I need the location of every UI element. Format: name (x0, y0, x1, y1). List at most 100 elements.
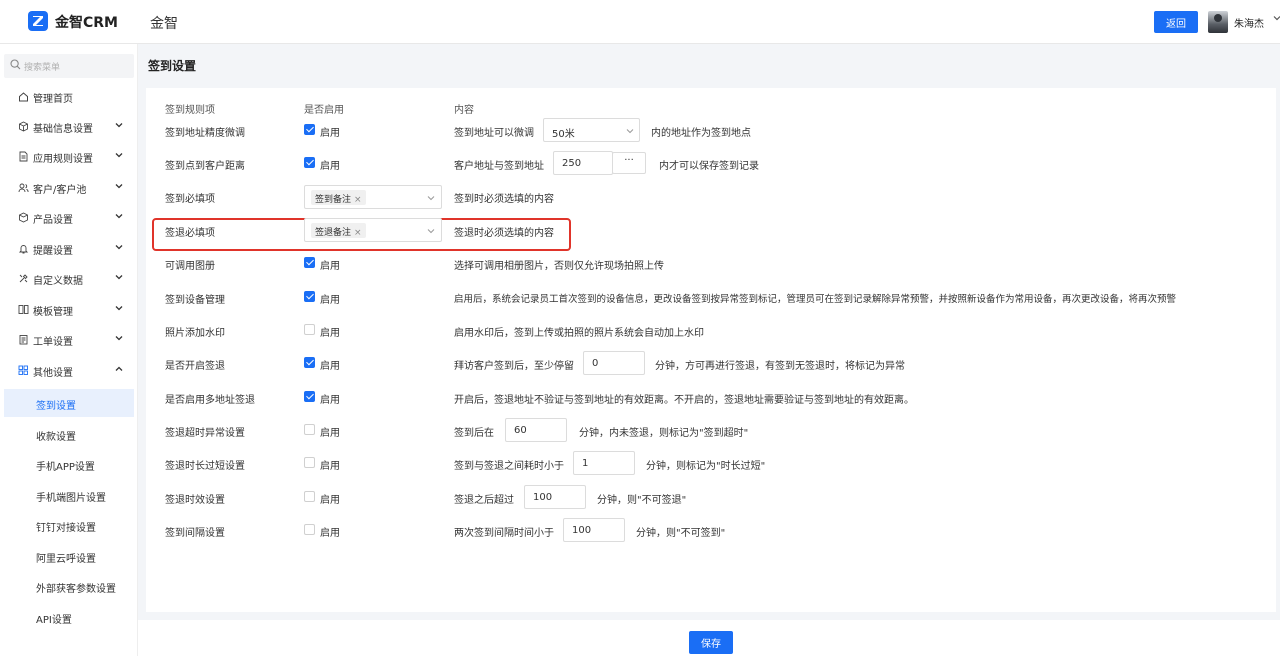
enable-checkbox[interactable] (304, 457, 315, 468)
sidebar-item[interactable]: 模板管理 (0, 294, 137, 324)
chevron-down-icon (115, 245, 123, 250)
enable-checkbox[interactable] (304, 291, 315, 302)
content-text: 内的地址作为签到地点 (651, 128, 751, 139)
header-rule: 签到规则项 (165, 105, 215, 116)
sidebar-item-label: 管理首页 (33, 94, 73, 105)
row-label: 签到设备管理 (165, 295, 225, 306)
checkbox-label: 启用 (320, 128, 340, 139)
chevron-down-icon (115, 306, 123, 311)
sidebar-item[interactable]: 应用规则设置 (0, 141, 137, 171)
sidebar-subitem[interactable]: 手机端图片设置 (0, 481, 137, 509)
distance-input[interactable]: 250 (553, 151, 613, 175)
chevron-down-icon (427, 229, 435, 234)
sidebar-item[interactable]: 工单设置 (0, 324, 137, 354)
sidebar-item[interactable]: 自定义数据 (0, 263, 137, 293)
chevron-down-icon (427, 196, 435, 201)
sidebar-item-label: 产品设置 (33, 215, 73, 226)
row-label: 签到必填项 (165, 194, 215, 205)
row-label: 签退时效设置 (165, 495, 225, 506)
checkin-required-select[interactable]: 签到备注 × (304, 185, 442, 209)
row-label: 签退超时异常设置 (165, 428, 245, 439)
user-name[interactable]: 朱海杰 (1234, 15, 1264, 30)
sidebar-subitem[interactable]: API设置 (0, 603, 137, 631)
sidebar-subitem[interactable]: 收款设置 (0, 420, 137, 448)
save-button[interactable]: 保存 (689, 631, 733, 654)
content-text: 分钟，内未签退，则标记为"签到超时" (579, 428, 749, 439)
enable-checkbox[interactable] (304, 124, 315, 135)
sidebar-subitem[interactable]: 签到设置 (4, 389, 134, 417)
tools-icon (19, 274, 28, 283)
remove-tag-icon[interactable]: × (354, 195, 362, 205)
content-text: 内才可以保存签到记录 (659, 161, 759, 172)
chevron-down-icon[interactable] (1273, 14, 1280, 25)
sidebar-subitem-label: 手机APP设置 (36, 462, 95, 473)
row-label: 签到点到客户距离 (165, 161, 245, 172)
content-text: 签到时必须选填的内容 (454, 194, 554, 205)
sidebar-subitem[interactable]: 手机APP设置 (0, 450, 137, 478)
enable-checkbox[interactable] (304, 357, 315, 368)
sidebar-subitem[interactable]: 钉钉对接设置 (0, 511, 137, 539)
enable-checkbox[interactable] (304, 324, 315, 335)
header-enabled: 是否启用 (304, 105, 344, 116)
top-bar: 金智CRM 金智 返回 朱海杰 (0, 0, 1280, 44)
row-label: 签到间隔设置 (165, 528, 225, 539)
sidebar-item[interactable]: 管理首页 (0, 81, 137, 111)
avatar[interactable] (1208, 11, 1228, 33)
chevron-down-icon (626, 129, 634, 134)
interval-minutes-input[interactable]: 100 (563, 518, 625, 542)
select-value: 50米 (552, 129, 575, 140)
chevron-down-icon (115, 123, 123, 128)
sidebar-item-label: 应用规则设置 (33, 154, 93, 165)
sidebar-item-label: 基础信息设置 (33, 124, 93, 135)
enable-checkbox[interactable] (304, 257, 315, 268)
row-label: 签退时长过短设置 (165, 461, 245, 472)
bell-icon (18, 245, 29, 254)
more-button[interactable]: ··· (612, 152, 646, 174)
checkbox-label: 启用 (320, 161, 340, 172)
org-name: 金智 (150, 16, 178, 32)
sidebar-subitem[interactable]: 外部获客参数设置 (0, 572, 137, 600)
content-text: 拜访客户签到后，至少停留 (454, 361, 574, 372)
sidebar-item[interactable]: 产品设置 (0, 202, 137, 232)
enable-checkbox[interactable] (304, 391, 315, 402)
content-text: 启用水印后，签到上传或拍照的照片系统会自动加上水印 (454, 328, 704, 339)
input-value: 0 (592, 358, 599, 369)
app-logo-text: 金智CRM (55, 15, 118, 31)
sidebar-subitem[interactable]: 阿里云呼设置 (0, 542, 137, 570)
clipboard-icon (19, 335, 28, 345)
sidebar-subitem-label: 钉钉对接设置 (36, 523, 96, 534)
chevron-down-icon (115, 336, 123, 341)
enable-checkbox[interactable] (304, 424, 315, 435)
checkout-required-select[interactable]: 签退备注 × (304, 218, 442, 242)
validity-minutes-input[interactable]: 100 (524, 485, 586, 509)
enable-checkbox[interactable] (304, 157, 315, 168)
chevron-down-icon (115, 275, 123, 280)
back-button[interactable]: 返回 (1154, 11, 1198, 33)
checkbox-label: 启用 (320, 261, 340, 272)
remove-tag-icon[interactable]: × (354, 228, 362, 238)
enable-checkbox[interactable] (304, 524, 315, 535)
short-minutes-input[interactable]: 1 (573, 451, 635, 475)
sidebar-item[interactable]: 提醒设置 (0, 233, 137, 263)
sidebar-item[interactable]: 客户/客户池 (0, 172, 137, 202)
content-text: 客户地址与签到地址 (454, 161, 544, 172)
distance-select[interactable]: 50米 (543, 118, 640, 142)
document-icon (19, 151, 28, 162)
sidebar-subitem-label: 签到设置 (36, 401, 76, 412)
cube-icon (19, 121, 28, 132)
sidebar-item[interactable]: 其他设置 (0, 355, 137, 385)
content-text: 签到后在 (454, 428, 494, 439)
sidebar-subitem-label: API设置 (36, 615, 72, 626)
stay-minutes-input[interactable]: 0 (583, 351, 645, 375)
sidebar-subitem-label: 外部获客参数设置 (36, 584, 116, 595)
sidebar-subitem-label: 收款设置 (36, 432, 76, 443)
timeout-minutes-input[interactable]: 60 (505, 418, 567, 442)
enable-checkbox[interactable] (304, 491, 315, 502)
checkbox-label: 启用 (320, 328, 340, 339)
checkbox-label: 启用 (320, 528, 340, 539)
home-icon (19, 92, 28, 102)
sidebar-item[interactable]: 基础信息设置 (0, 111, 137, 141)
chevron-down-icon (115, 184, 123, 189)
search-placeholder: 搜索菜单 (24, 63, 61, 73)
content-text: 选择可调用相册图片，否则仅允许现场拍照上传 (454, 261, 664, 272)
